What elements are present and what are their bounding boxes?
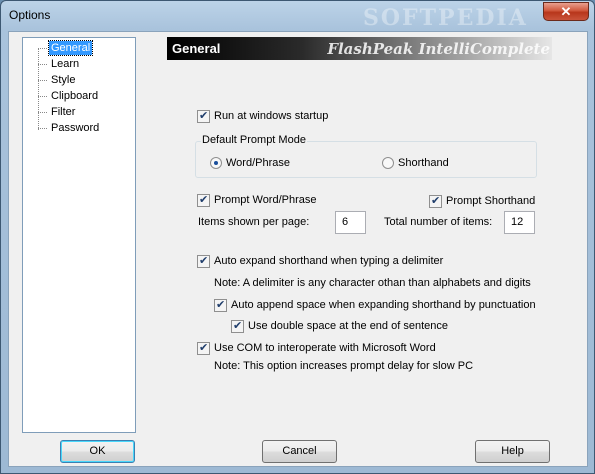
tree-connector bbox=[38, 48, 47, 49]
auto-expand-label: Auto expand shorthand when typing a deli… bbox=[214, 255, 444, 267]
checkbox-check-icon bbox=[214, 298, 227, 312]
run-startup-label: Run at windows startup bbox=[214, 110, 329, 122]
delimiter-note: Note: A delimiter is any character othan… bbox=[214, 277, 531, 289]
options-window: Options SOFTPEDIA ✕ General Learn Style … bbox=[0, 0, 595, 474]
ok-button[interactable]: OK bbox=[60, 440, 135, 463]
total-items-input[interactable]: 12 bbox=[504, 211, 535, 234]
tree-connector bbox=[38, 64, 47, 65]
tree-item-filter[interactable]: Filter bbox=[49, 105, 77, 119]
checkbox-check-icon bbox=[429, 194, 442, 208]
run-startup-checkbox[interactable]: Run at windows startup bbox=[197, 109, 328, 123]
cancel-button[interactable]: Cancel bbox=[262, 440, 337, 463]
tree-item-clipboard[interactable]: Clipboard bbox=[49, 89, 100, 103]
tree-connector bbox=[38, 112, 47, 113]
checkbox-check-icon bbox=[197, 254, 210, 268]
category-tree[interactable]: General Learn Style Clipboard Filter Pas… bbox=[22, 37, 136, 433]
items-per-page-label: Items shown per page: bbox=[198, 216, 310, 228]
watermark: SOFTPEDIA bbox=[363, 5, 528, 31]
tree-item-general[interactable]: General bbox=[47, 40, 94, 56]
word-phrase-radio[interactable]: Word/Phrase bbox=[210, 156, 290, 170]
double-space-label: Use double space at the end of sentence bbox=[248, 320, 448, 332]
prompt-word-label: Prompt Word/Phrase bbox=[214, 194, 317, 206]
window-title: Options bbox=[9, 8, 51, 22]
close-button[interactable]: ✕ bbox=[543, 2, 589, 21]
com-note: Note: This option increases prompt delay… bbox=[214, 360, 474, 372]
tree-connector bbox=[38, 96, 47, 97]
checkbox-check-icon bbox=[197, 341, 210, 355]
section-header: General FlashPeak IntelliComplete bbox=[167, 37, 552, 60]
tree-connector bbox=[38, 48, 39, 130]
shorthand-label: Shorthand bbox=[398, 157, 449, 169]
prompt-mode-group-label: Default Prompt Mode bbox=[201, 134, 307, 146]
use-com-label: Use COM to interoperate with Microsoft W… bbox=[214, 342, 436, 354]
double-space-checkbox[interactable]: Use double space at the end of sentence bbox=[231, 319, 448, 333]
auto-expand-checkbox[interactable]: Auto expand shorthand when typing a deli… bbox=[197, 254, 443, 268]
checkbox-check-icon bbox=[197, 109, 210, 123]
word-phrase-label: Word/Phrase bbox=[226, 157, 290, 169]
brand-title: FlashPeak IntelliComplete bbox=[327, 40, 550, 58]
auto-append-label: Auto append space when expanding shortha… bbox=[231, 299, 536, 311]
auto-append-checkbox[interactable]: Auto append space when expanding shortha… bbox=[214, 298, 536, 312]
radio-unselected-icon bbox=[382, 157, 394, 169]
shorthand-radio[interactable]: Shorthand bbox=[382, 156, 449, 170]
tree-item-style[interactable]: Style bbox=[49, 73, 77, 87]
tree-item-password[interactable]: Password bbox=[49, 121, 101, 135]
total-items-label: Total number of items: bbox=[384, 216, 493, 228]
prompt-shorthand-checkbox[interactable]: Prompt Shorthand bbox=[429, 194, 535, 208]
checkbox-check-icon bbox=[231, 319, 244, 333]
radio-selected-icon bbox=[210, 157, 222, 169]
use-com-checkbox[interactable]: Use COM to interoperate with Microsoft W… bbox=[197, 341, 436, 355]
title-bar[interactable]: Options SOFTPEDIA ✕ bbox=[1, 1, 594, 31]
section-title: General bbox=[172, 41, 221, 56]
tree-connector bbox=[38, 80, 47, 81]
help-button[interactable]: Help bbox=[475, 440, 550, 463]
close-icon: ✕ bbox=[560, 4, 572, 19]
prompt-word-checkbox[interactable]: Prompt Word/Phrase bbox=[197, 193, 317, 207]
tree-connector bbox=[38, 128, 47, 129]
tree-item-learn[interactable]: Learn bbox=[49, 57, 81, 71]
items-per-page-input[interactable]: 6 bbox=[335, 211, 366, 234]
prompt-shorthand-label: Prompt Shorthand bbox=[446, 195, 536, 207]
checkbox-check-icon bbox=[197, 193, 210, 207]
